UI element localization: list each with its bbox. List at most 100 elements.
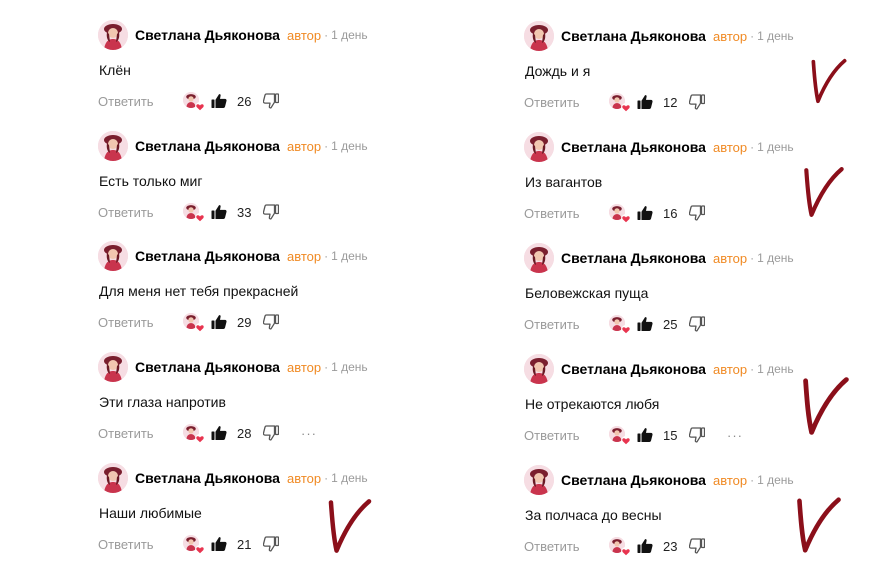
reply-button[interactable]: Ответить (98, 205, 183, 220)
more-options-icon[interactable]: ··· (301, 426, 317, 441)
reaction-heart-icon (195, 434, 205, 444)
avatar-icon (524, 465, 554, 495)
comment-actions: Ответить 21 (98, 533, 279, 555)
meta-separator: · (750, 140, 755, 154)
reaction-avatar[interactable] (609, 93, 631, 113)
author-name[interactable]: Светлана Дьяконова (135, 138, 280, 154)
thumbs-down-icon[interactable] (689, 205, 705, 221)
comment-header: Светлана Дьяконова автор · 1 день (98, 240, 368, 272)
reaction-avatar[interactable] (609, 315, 631, 335)
thumbs-up-icon[interactable] (637, 205, 653, 221)
thumbs-down-icon[interactable] (689, 538, 705, 554)
author-name[interactable]: Светлана Дьяконова (135, 470, 280, 486)
reaction-avatar[interactable] (183, 313, 205, 333)
like-count: 23 (663, 538, 678, 554)
reply-button[interactable]: Ответить (524, 317, 609, 332)
thumbs-down-icon[interactable] (263, 314, 279, 330)
comment-time: 1 день (757, 140, 794, 154)
comment-text: Эти глаза напротив (99, 394, 226, 410)
avatar[interactable] (524, 465, 554, 495)
author-name[interactable]: Светлана Дьяконова (135, 359, 280, 375)
comment-actions: Ответить 15 ··· (524, 424, 743, 446)
comment-header: Светлана Дьяконова автор · 1 день (524, 131, 794, 163)
reaction-avatar[interactable] (609, 537, 631, 557)
avatar[interactable] (98, 352, 128, 382)
thumbs-up-icon[interactable] (637, 538, 653, 554)
comment-actions: Ответить 25 (524, 313, 705, 335)
reply-button[interactable]: Ответить (98, 315, 183, 330)
like-count: 12 (663, 94, 678, 110)
comment: Светлана Дьяконова автор · 1 день Клён О… (98, 19, 458, 119)
thumbs-down-icon[interactable] (689, 316, 705, 332)
avatar-icon (98, 352, 128, 382)
avatar[interactable] (524, 21, 554, 51)
author-name[interactable]: Светлана Дьяконова (561, 250, 706, 266)
reaction-avatar[interactable] (183, 424, 205, 444)
reply-button[interactable]: Ответить (524, 95, 609, 110)
author-badge: автор (286, 359, 322, 375)
reply-button[interactable]: Ответить (98, 537, 183, 552)
comment-text: Наши любимые (99, 505, 202, 521)
comment-text: Из вагантов (525, 174, 603, 190)
avatar[interactable] (524, 354, 554, 384)
reaction-heart-icon (621, 547, 631, 557)
comment-time: 1 день (331, 139, 368, 153)
reaction-avatar[interactable] (609, 426, 631, 446)
author-name[interactable]: Светлана Дьяконова (561, 28, 706, 44)
avatar[interactable] (524, 243, 554, 273)
avatar[interactable] (98, 463, 128, 493)
reaction-avatar[interactable] (609, 204, 631, 224)
reaction-avatar[interactable] (183, 535, 205, 555)
meta-separator: · (324, 471, 329, 485)
avatar[interactable] (98, 241, 128, 271)
author-name[interactable]: Светлана Дьяконова (135, 248, 280, 264)
thumbs-down-icon[interactable] (263, 204, 279, 220)
comment-time: 1 день (331, 249, 368, 263)
author-name[interactable]: Светлана Дьяконова (561, 361, 706, 377)
comment-text: За полчаса до весны (525, 507, 662, 523)
reaction-avatar[interactable] (183, 92, 205, 112)
avatar[interactable] (98, 131, 128, 161)
thumbs-down-icon[interactable] (263, 93, 279, 109)
meta-separator: · (750, 251, 755, 265)
reaction-heart-icon (621, 325, 631, 335)
like-count: 26 (237, 93, 252, 109)
avatar[interactable] (98, 20, 128, 50)
reaction-heart-icon (621, 103, 631, 113)
comment-time: 1 день (331, 471, 368, 485)
reply-button[interactable]: Ответить (524, 539, 609, 554)
author-name[interactable]: Светлана Дьяконова (561, 139, 706, 155)
author-badge: автор (286, 138, 322, 154)
reply-button[interactable]: Ответить (524, 428, 609, 443)
thumbs-up-icon[interactable] (211, 314, 227, 330)
comment: Светлана Дьяконова автор · 1 день Эти гл… (98, 351, 458, 451)
avatar-icon (524, 21, 554, 51)
meta-separator: · (324, 139, 329, 153)
author-name[interactable]: Светлана Дьяконова (135, 27, 280, 43)
reply-button[interactable]: Ответить (98, 94, 183, 109)
reply-button[interactable]: Ответить (524, 206, 609, 221)
more-options-icon[interactable]: ··· (727, 428, 743, 443)
thumbs-down-icon[interactable] (263, 536, 279, 552)
thumbs-up-icon[interactable] (211, 536, 227, 552)
reply-button[interactable]: Ответить (98, 426, 183, 441)
thumbs-up-icon[interactable] (211, 204, 227, 220)
comment-header: Светлана Дьяконова автор · 1 день (524, 20, 794, 52)
thumbs-down-icon[interactable] (689, 427, 705, 443)
thumbs-up-icon[interactable] (211, 425, 227, 441)
handwritten-checkmark-icon (811, 58, 847, 104)
author-name[interactable]: Светлана Дьяконова (561, 472, 706, 488)
thumbs-up-icon[interactable] (637, 94, 653, 110)
like-count: 29 (237, 314, 252, 330)
avatar[interactable] (524, 132, 554, 162)
avatar-icon (98, 20, 128, 50)
thumbs-up-icon[interactable] (637, 316, 653, 332)
avatar-icon (524, 354, 554, 384)
thumbs-down-icon[interactable] (263, 425, 279, 441)
thumbs-up-icon[interactable] (637, 427, 653, 443)
thumbs-up-icon[interactable] (211, 93, 227, 109)
comment-header: Светлана Дьяконова автор · 1 день (524, 242, 794, 274)
thumbs-down-icon[interactable] (689, 94, 705, 110)
reaction-avatar[interactable] (183, 203, 205, 223)
reaction-heart-icon (195, 102, 205, 112)
